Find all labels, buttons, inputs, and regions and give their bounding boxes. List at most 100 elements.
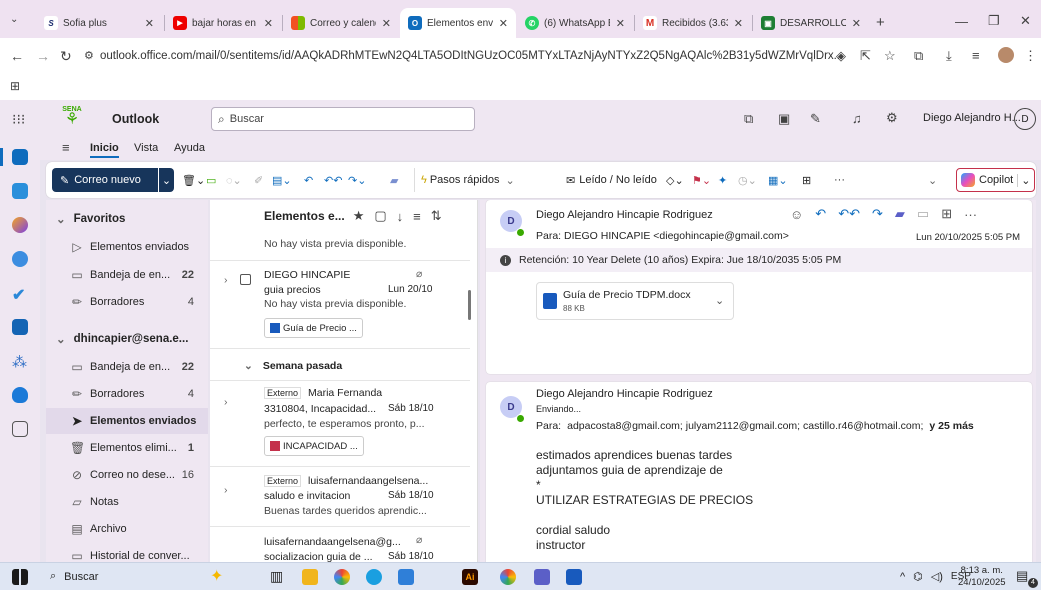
chevron-down-icon[interactable]: ⌄ bbox=[715, 294, 724, 307]
hamburger-icon[interactable]: ≡ bbox=[62, 140, 70, 155]
user-avatar[interactable]: D bbox=[1014, 108, 1036, 130]
close-icon[interactable]: ✕ bbox=[728, 17, 743, 30]
forward-icon[interactable]: ↷⌄ bbox=[348, 168, 366, 192]
todo-check-icon[interactable]: ✔ bbox=[12, 285, 28, 304]
reading-list-icon[interactable]: ≡ bbox=[972, 48, 980, 63]
tab-ayuda[interactable]: Ayuda bbox=[174, 142, 205, 154]
store-icon[interactable] bbox=[398, 569, 414, 585]
read-unread-button[interactable]: ✉ Leído / No leído bbox=[566, 168, 657, 192]
calendar-icon[interactable] bbox=[12, 183, 28, 199]
quick-steps-button[interactable]: ϟ Pasos rápidos ⌄ bbox=[414, 168, 515, 192]
folder-bandeja-entrada[interactable]: ▭ Bandeja de en... 22 bbox=[46, 262, 208, 288]
profile-avatar[interactable] bbox=[998, 47, 1014, 63]
list-item[interactable]: › Externo luisafernandaangelsena... salu… bbox=[210, 468, 470, 526]
browser-tab-youtube[interactable]: ▶ bajar horas en s ✕ bbox=[165, 8, 281, 38]
emoji-icon[interactable]: ☺ bbox=[790, 207, 803, 222]
forward-icon[interactable]: ↷ bbox=[872, 206, 883, 222]
chevron-right-icon[interactable]: › bbox=[224, 396, 228, 408]
illustrator-icon[interactable]: Ai bbox=[462, 569, 478, 585]
teams-taskbar-icon[interactable] bbox=[534, 569, 550, 585]
favorites-header[interactable]: ⌄ Favoritos bbox=[46, 206, 208, 232]
folder-borradores[interactable]: ✏ Borradores 4 bbox=[46, 289, 208, 315]
chevron-right-icon[interactable]: › bbox=[224, 274, 228, 286]
sender-name[interactable]: Diego Alejandro Hincapie Rodriguez bbox=[536, 388, 713, 400]
extensions-puzzle-icon[interactable]: ⧉ bbox=[914, 48, 923, 64]
task-view-icon[interactable]: ▥ bbox=[270, 568, 283, 585]
reply-icon[interactable]: ↶ bbox=[304, 168, 313, 192]
folder-correo-no-deseado[interactable]: ⊘ Correo no dese... 16 bbox=[46, 462, 208, 488]
close-window-icon[interactable]: ✕ bbox=[1020, 13, 1031, 29]
reload-icon[interactable]: ↻ bbox=[60, 48, 72, 65]
bookmark-star-icon[interactable]: ☆ bbox=[884, 48, 896, 64]
feedback-icon[interactable]: ✎ bbox=[810, 111, 821, 127]
account-header[interactable]: ⌄ dhincapier@sena.e... bbox=[46, 326, 208, 352]
apps-icon[interactable]: ⊞ bbox=[941, 206, 952, 222]
delete-icon[interactable]: 🗑︎⌄ bbox=[182, 168, 205, 192]
close-icon[interactable]: ✕ bbox=[610, 17, 625, 30]
more-icon[interactable]: ··· bbox=[964, 207, 977, 222]
browser-tab-desarrollo[interactable]: ▣ DESARROLLO DE✕ bbox=[753, 8, 869, 38]
mail-icon[interactable] bbox=[12, 149, 28, 165]
site-info-icon[interactable]: ⚙ bbox=[84, 49, 94, 62]
windows-start-icon[interactable] bbox=[12, 569, 28, 585]
favorite-star-icon[interactable]: ★ bbox=[353, 208, 365, 224]
jump-icon[interactable]: ↓ bbox=[397, 209, 404, 224]
network-icon[interactable]: ⌬ bbox=[913, 570, 923, 583]
more-recipients-link[interactable]: y 25 más bbox=[929, 420, 973, 432]
bell-icon[interactable]: ♫ bbox=[852, 111, 862, 126]
search-input[interactable]: ⌕ Buscar bbox=[211, 107, 475, 131]
share-teams-icon[interactable]: ▰ bbox=[390, 168, 398, 192]
extension-icon[interactable]: ◈ bbox=[836, 48, 846, 64]
close-icon[interactable]: ✕ bbox=[376, 17, 391, 30]
new-mail-dropdown[interactable]: ⌄ bbox=[158, 168, 174, 192]
select-checkbox[interactable] bbox=[240, 274, 251, 285]
reply-icon[interactable]: ↶ bbox=[815, 206, 826, 222]
file-explorer-icon[interactable] bbox=[302, 569, 318, 585]
onedrive-icon[interactable] bbox=[12, 387, 28, 403]
restore-icon[interactable]: ❐ bbox=[988, 13, 1000, 29]
close-icon[interactable]: ✕ bbox=[846, 17, 861, 30]
tab-vista[interactable]: Vista bbox=[134, 142, 158, 154]
reply-all-icon[interactable]: ↶↶ bbox=[838, 206, 860, 222]
new-tab-button[interactable]: + bbox=[876, 14, 885, 31]
word-icon[interactable] bbox=[12, 319, 28, 335]
word-taskbar-icon[interactable] bbox=[566, 569, 582, 585]
attachment-card[interactable]: Guía de Precio TDPM.docx 88 KB ⌄ bbox=[536, 282, 734, 320]
group-header[interactable]: ⌄ Semana pasada bbox=[210, 354, 470, 378]
meet-now-icon[interactable]: ⧉ bbox=[744, 111, 753, 127]
close-icon[interactable]: ✕ bbox=[139, 17, 154, 30]
list-item[interactable]: luisafernandaangelsena@g... ⌀ socializac… bbox=[210, 528, 470, 562]
edge-icon[interactable] bbox=[366, 569, 382, 585]
list-item[interactable]: › Externo Maria Fernanda 3310804, Incapa… bbox=[210, 382, 470, 466]
chrome-taskbar-icon[interactable] bbox=[334, 569, 350, 585]
tag-icon[interactable]: ◇⌄ bbox=[666, 168, 684, 192]
folder-elementos-enviados[interactable]: ▷ Elementos enviados bbox=[46, 234, 208, 260]
app-launcher-icon[interactable]: ⁝⁝⁝ bbox=[12, 111, 25, 128]
more-options-button[interactable]: ··· bbox=[834, 168, 845, 192]
sender-name[interactable]: Diego Alejandro Hincapie Rodriguez bbox=[536, 209, 713, 221]
chevron-up-icon[interactable]: ^ bbox=[900, 571, 905, 583]
folder-elementos-enviados-selected[interactable]: ➤ Elementos enviados bbox=[46, 408, 208, 434]
pin-icon[interactable]: ✦ bbox=[718, 168, 727, 192]
back-arrow-icon[interactable]: ← bbox=[10, 48, 24, 64]
browser-tab-elementos-enviados[interactable]: O Elementos envia✕ bbox=[400, 8, 516, 38]
clock[interactable]: 8:13 a. m. 24/10/2025 bbox=[958, 565, 1006, 589]
browser-tab-sofia[interactable]: S Sofia plus ✕ bbox=[36, 8, 162, 38]
apps-icon[interactable]: ⊞ bbox=[802, 168, 811, 192]
folder-historial[interactable]: ▭ Historial de conver... bbox=[46, 543, 208, 562]
browser-tab-whatsapp[interactable]: ✆ (6) WhatsApp Bu✕ bbox=[517, 8, 633, 38]
new-mail-button[interactable]: ✎ Correo nuevo bbox=[52, 168, 170, 192]
org-icon[interactable]: ⁂ bbox=[12, 353, 28, 371]
forward-arrow-icon[interactable]: → bbox=[36, 48, 50, 64]
close-icon[interactable]: ✕ bbox=[258, 17, 273, 30]
reply-all-icon[interactable]: ↶↶ bbox=[324, 168, 342, 192]
folder-elementos-eliminados[interactable]: 🗑︎ Elementos elimi... 1 bbox=[46, 435, 208, 461]
user-name[interactable]: Diego Alejandro H... bbox=[923, 112, 1021, 124]
teams-share-icon[interactable]: ▰ bbox=[895, 206, 905, 222]
folder-notas[interactable]: ▱ Notas bbox=[46, 489, 208, 515]
tab-inicio[interactable]: Inicio bbox=[90, 142, 119, 158]
people-icon[interactable] bbox=[12, 251, 28, 267]
copilot-rail-icon[interactable] bbox=[12, 217, 28, 233]
scrollbar-thumb[interactable] bbox=[468, 290, 471, 320]
select-icon[interactable]: ▢ bbox=[374, 208, 386, 224]
